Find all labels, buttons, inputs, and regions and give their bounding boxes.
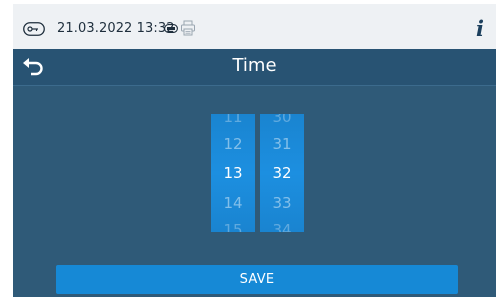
hour-option[interactable]: 15: [211, 221, 255, 232]
minute-picker[interactable]: 30 31 32 33 34: [260, 114, 304, 232]
hour-option[interactable]: 11: [211, 114, 255, 126]
hour-picker[interactable]: 11 12 13 14 15: [211, 114, 255, 232]
page-title: Time: [232, 55, 277, 76]
status-datetime: 21.03.2022 13:32: [57, 21, 175, 36]
door-lock-icon: [23, 22, 45, 36]
status-bar: 21.03.2022 13:32 i: [13, 4, 496, 49]
minute-option[interactable]: 30: [260, 114, 304, 126]
minute-option[interactable]: 31: [260, 135, 304, 153]
tape-icon: [164, 24, 178, 33]
title-bar: Time: [13, 49, 496, 86]
save-button[interactable]: SAVE: [56, 265, 458, 294]
device-screen: 21.03.2022 13:32 i Time 11 12 13 14 15 3…: [13, 4, 496, 297]
minute-option[interactable]: 34: [260, 221, 304, 232]
info-icon[interactable]: i: [473, 18, 487, 40]
minute-option[interactable]: 33: [260, 194, 304, 212]
hour-option[interactable]: 12: [211, 135, 255, 153]
printer-icon: [181, 20, 195, 36]
back-button[interactable]: [21, 55, 47, 79]
hour-selected[interactable]: 13: [211, 164, 255, 182]
minute-selected[interactable]: 32: [260, 164, 304, 182]
hour-option[interactable]: 14: [211, 194, 255, 212]
